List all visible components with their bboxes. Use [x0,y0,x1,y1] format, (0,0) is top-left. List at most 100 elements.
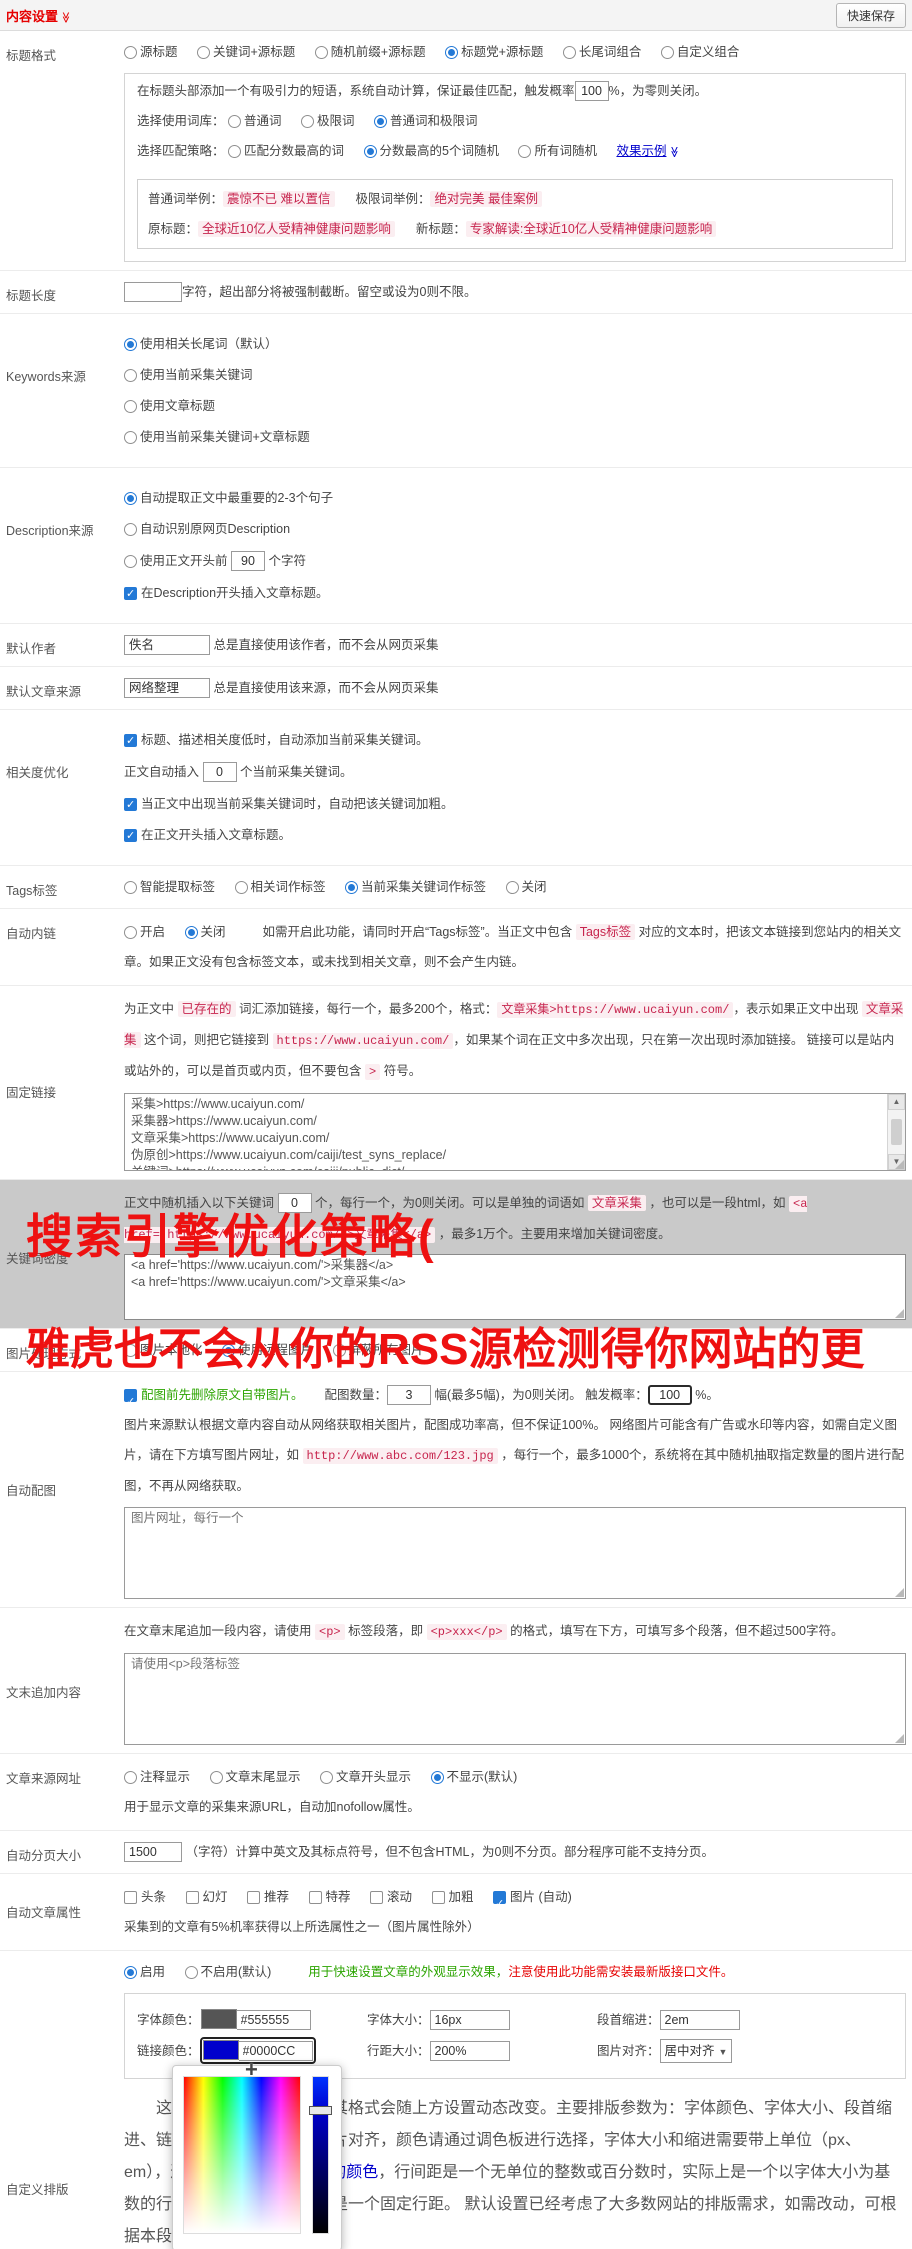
radio-related-word-tags[interactable]: 相关词作标签 [234,880,326,894]
radio-icon[interactable] [124,338,137,351]
radio-icon[interactable] [314,46,328,59]
radio-article-title[interactable]: 使用文章标题 [124,397,906,415]
radio-auto-extract-sentences[interactable]: 自动提取正文中最重要的2-3个句子 [124,489,906,507]
radio-icon[interactable] [209,1771,223,1784]
checkbox-remove-original-images[interactable]: 配图前先删除原文自带图片。 [124,1387,304,1417]
first-chars-count-input[interactable] [231,551,265,571]
brightness-slider-handle[interactable] [309,2106,332,2115]
radio-remote-images[interactable]: 使用远程图片 [222,1343,313,1357]
checkbox-icon[interactable] [185,1891,199,1904]
checkbox-image-auto[interactable]: 图片 (自动) [493,1889,572,1919]
radio-icon[interactable] [124,369,137,382]
radio-icon[interactable] [363,145,377,158]
radio-keyword-source-title[interactable]: 关键词+源标题 [197,45,295,59]
radio-innerlink-on[interactable]: 开启 [124,925,165,939]
trigger-probability-input[interactable] [574,81,609,101]
append-textarea[interactable] [124,1653,906,1745]
radio-icon[interactable] [124,492,137,505]
checkbox-recommend[interactable]: 推荐 [247,1890,289,1904]
collapse-chevron-icon[interactable]: ≫ [59,11,72,23]
radio-icon[interactable] [320,1771,333,1784]
radio-icon[interactable] [197,46,210,59]
radio-icon[interactable] [228,115,241,128]
scroll-thumb[interactable] [891,1119,902,1145]
radio-tags-off[interactable]: 关闭 [505,880,547,894]
radio-extreme-words[interactable]: 极限词 [301,114,355,128]
radio-normal-words[interactable]: 普通词 [228,114,282,128]
radio-icon[interactable] [124,881,137,894]
default-origin-input[interactable] [124,678,210,698]
radio-icon[interactable] [505,881,519,894]
keyword-density-count-input[interactable] [277,1193,312,1213]
radio-custom-combo[interactable]: 自定义组合 [660,45,739,59]
indent-input[interactable] [659,2010,740,2030]
checkbox-icon[interactable] [124,796,137,814]
radio-icon[interactable] [124,1344,137,1357]
font-color-input[interactable] [236,2010,311,2030]
radio-icon[interactable] [301,115,314,128]
checkbox-icon[interactable] [431,1891,445,1904]
radio-icon[interactable] [660,46,674,59]
radio-show-at-start[interactable]: 文章开头显示 [320,1770,411,1784]
radio-longtail-combo[interactable]: 长尾词组合 [562,45,641,59]
fixed-links-textarea[interactable]: 采集>https://www.ucaiyun.com/ 采集器>https://… [124,1093,906,1171]
radio-source-title[interactable]: 源标题 [124,45,178,59]
link-color-swatch[interactable] [202,2040,239,2060]
radio-icon[interactable] [445,46,459,59]
checkbox-insert-title-in-body[interactable]: 在正文开头插入文章标题。 [124,826,906,845]
checkbox-icon[interactable] [370,1891,383,1904]
radio-block-images[interactable]: 屏蔽所有图片 [332,1343,424,1357]
image-align-select[interactable]: 居中对齐 ▼ [659,2038,733,2063]
radio-top5-random[interactable]: 分数最高的5个词随机 [363,144,499,158]
radio-icon[interactable] [124,431,137,444]
radio-icon[interactable] [345,881,358,894]
color-crosshair-handle[interactable]: + [245,2057,258,2083]
checkbox-icon[interactable] [247,1891,260,1904]
radio-icon[interactable] [228,145,241,158]
radio-prefix-source-title[interactable]: 随机前缀+源标题 [314,45,426,59]
checkbox-icon[interactable] [124,1387,137,1417]
radio-icon[interactable] [222,1344,235,1357]
textarea-scrollbar[interactable]: ▲ ▼ [887,1094,905,1170]
radio-icon[interactable] [124,555,137,568]
insert-keywords-count-input[interactable] [202,762,237,782]
radio-icon[interactable] [234,881,248,894]
scroll-up-icon[interactable]: ▲ [888,1094,905,1110]
radio-icon[interactable] [518,145,532,158]
radio-hide-default[interactable]: 不显示(默认) [430,1770,517,1784]
radio-smart-tags[interactable]: 智能提取标签 [124,880,215,894]
radio-typo-disable[interactable]: 不启用(默认) [184,1965,271,1979]
page-title-wrap[interactable]: 内容设置≫ [6,6,72,25]
radio-both-words[interactable]: 普通词和极限词 [374,114,478,128]
checkbox-bold-keywords[interactable]: 当正文中出现当前采集关键词时，自动把该关键词加粗。 [124,795,906,814]
checkbox-headline[interactable]: 头条 [124,1890,166,1904]
radio-icon[interactable] [124,523,137,536]
radio-typo-enable[interactable]: 启用 [124,1965,165,1979]
title-length-input[interactable] [124,282,182,302]
radio-related-longtail[interactable]: 使用相关长尾词（默认） [124,335,906,353]
radio-icon[interactable] [124,1771,137,1784]
radio-icon[interactable] [184,926,198,939]
color-gradient-area[interactable] [183,2076,301,2234]
radio-icon[interactable] [124,926,137,939]
radio-icon[interactable] [332,1344,346,1357]
brightness-slider[interactable] [312,2076,329,2234]
radio-show-as-comment[interactable]: 注释显示 [124,1770,190,1784]
checkbox-bold[interactable]: 加粗 [431,1890,474,1904]
checkbox-add-keywords-low-relevance[interactable]: 标题、描述相关度低时，自动添加当前采集关键词。 [124,731,906,750]
radio-innerlink-off[interactable]: 关闭 [184,925,226,939]
radio-original-description[interactable]: 自动识别原网页Description [124,520,906,538]
keyword-density-textarea[interactable]: <a href='https://www.ucaiyun.com/'>采集器</… [124,1254,906,1320]
font-size-input[interactable] [429,2010,510,2030]
radio-icon[interactable] [124,400,137,413]
radio-current-keywords[interactable]: 使用当前采集关键词 [124,366,906,384]
checkbox-icon[interactable] [308,1891,322,1904]
checkbox-slideshow[interactable]: 幻灯 [185,1890,228,1904]
checkbox-icon[interactable] [124,1891,137,1904]
checkbox-icon[interactable] [493,1889,506,1919]
radio-icon[interactable] [430,1771,444,1784]
checkbox-special[interactable]: 特荐 [308,1890,351,1904]
pagination-size-input[interactable] [124,1842,182,1862]
checkbox-icon[interactable] [124,732,137,750]
radio-best-match[interactable]: 匹配分数最高的词 [228,144,344,158]
